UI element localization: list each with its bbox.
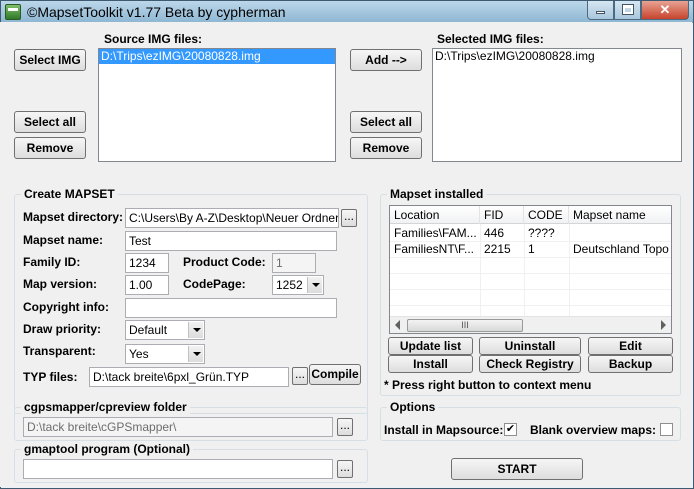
horizontal-scrollbar[interactable]: III [390,316,671,333]
cell-location: FamiliesNT\F... [394,242,475,256]
cell-code: 1 [528,242,535,256]
minimize-button[interactable] [587,1,614,20]
column-fid[interactable]: FID [480,206,524,224]
chevron-down-icon[interactable] [307,277,322,293]
cell-location: Families\FAM... [394,226,477,240]
mapset-directory-field[interactable]: C:\Users\By A-Z\Desktop\Neuer Ordner [125,208,339,228]
family-id-label: Family ID: [23,255,81,269]
selected-files-label: Selected IMG files: [437,32,544,46]
map-version-label: Map version: [23,277,98,291]
gmaptool-browse-button[interactable]: ... [337,460,353,478]
context-menu-hint: * Press right button to context menu [384,378,592,392]
column-code[interactable]: CODE [524,206,569,224]
product-code-label: Product Code: [183,255,266,269]
title-bar: ©MapsetToolkit v1.77 Beta by cypherman ✕ [1,1,693,23]
minimize-icon [596,11,605,14]
transparent-select[interactable]: Yes [125,344,205,364]
table-header: Location FID CODE Mapset name [390,206,671,224]
grid-line [390,257,671,258]
compile-button[interactable]: Compile [309,364,361,385]
source-select-all-button[interactable]: Select all [14,111,86,133]
start-button[interactable]: START [451,458,583,480]
draw-priority-select[interactable]: Default [125,320,205,340]
copyright-label: Copyright info: [23,300,109,314]
scroll-right-icon[interactable] [661,320,666,330]
client-area: Source IMG files: D:\Trips\ezIMG\2008082… [0,22,692,487]
selected-select-all-button[interactable]: Select all [350,111,422,133]
close-button[interactable]: ✕ [641,1,689,20]
checkmark-icon: ✔ [505,423,516,435]
product-code-field[interactable]: 1 [272,253,316,273]
add-button[interactable]: Add --> [350,49,422,71]
create-mapset-title: Create MAPSET [21,187,118,201]
column-location[interactable]: Location [390,206,480,224]
codepage-select[interactable]: 1252 [272,275,324,295]
draw-priority-value: Default [129,323,168,337]
draw-priority-label: Draw priority: [23,322,102,336]
typ-files-label: TYP files: [23,370,78,384]
cell-code: ???? [528,226,555,240]
codepage-label: CodePage: [183,277,246,291]
selected-files-list[interactable]: D:\Trips\ezIMG\20080828.img [432,48,682,162]
options-title: Options [387,400,439,414]
transparent-label: Transparent: [23,344,96,358]
blank-overview-checkbox[interactable] [660,423,673,436]
codepage-value: 1252 [276,278,303,292]
edit-button[interactable]: Edit [588,337,673,355]
mapset-installed-title: Mapset installed [387,187,487,201]
selected-remove-button[interactable]: Remove [350,137,422,159]
mapset-directory-label: Mapset directory: [23,210,124,224]
grid-line [390,273,671,274]
cgpsmapper-path-field[interactable]: D:\tack breite\cGPSmapper\ [23,417,333,437]
scroll-left-icon[interactable] [395,320,400,330]
mapset-directory-browse-button[interactable]: ... [341,209,357,227]
install-button[interactable]: Install [388,355,473,373]
transparent-value: Yes [129,347,149,361]
app-icon [5,4,21,20]
cell-fid: 446 [484,226,505,240]
maximize-icon [621,4,634,15]
gmaptool-title: gmaptool program (Optional) [21,442,193,456]
table-row[interactable]: Families\FAM... 446 ???? [390,225,671,241]
install-in-mapsource-checkbox[interactable]: ✔ [504,423,517,436]
select-img-button[interactable]: Select IMG [14,49,86,71]
gmaptool-path-field[interactable] [23,459,333,479]
family-id-field[interactable]: 1234 [125,253,169,273]
source-remove-button[interactable]: Remove [14,137,86,159]
table-row[interactable]: FamiliesNT\F... 2215 1 Deutschland Topo [390,241,671,257]
installed-mapsets-table[interactable]: Location FID CODE Mapset name Families\F… [389,205,672,334]
source-file-item[interactable]: D:\Trips\ezIMG\20080828.img [99,49,335,64]
map-version-field[interactable]: 1.00 [125,275,169,295]
cell-mapset-name: Deutschland Topo [573,242,669,256]
mapset-name-label: Mapset name: [23,233,104,247]
column-mapset-name[interactable]: Mapset name [569,206,671,224]
update-list-button[interactable]: Update list [388,337,473,355]
scroll-thumb[interactable]: III [407,319,523,332]
backup-button[interactable]: Backup [588,355,673,373]
typ-browse-button[interactable]: ... [292,367,308,385]
selected-file-item[interactable]: D:\Trips\ezIMG\20080828.img [433,49,681,64]
grid-line [390,305,671,306]
chevron-down-icon[interactable] [188,346,203,362]
check-registry-button[interactable]: Check Registry [479,355,581,373]
window-title: ©MapsetToolkit v1.77 Beta by cypherman [27,4,286,20]
cell-fid: 2215 [484,242,511,256]
mapset-name-field[interactable]: Test [125,231,337,251]
typ-files-field[interactable]: D:\tack breite\6pxl_Grün.TYP [89,367,289,387]
cgpsmapper-title: cgpsmapper/cpreview folder [21,400,190,414]
copyright-field[interactable] [125,298,337,318]
uninstall-button[interactable]: Uninstall [479,337,581,355]
grid-line [390,289,671,290]
source-files-list[interactable]: D:\Trips\ezIMG\20080828.img [98,48,336,162]
blank-overview-label: Blank overview maps: [530,423,657,437]
install-in-mapsource-label: Install in Mapsource: [384,423,504,437]
source-files-label: Source IMG files: [104,32,203,46]
maximize-button[interactable] [614,1,641,20]
close-icon: ✕ [659,2,671,17]
cell-mapset-name [569,225,671,241]
chevron-down-icon[interactable] [188,322,203,338]
cgpsmapper-browse-button[interactable]: ... [337,418,353,436]
